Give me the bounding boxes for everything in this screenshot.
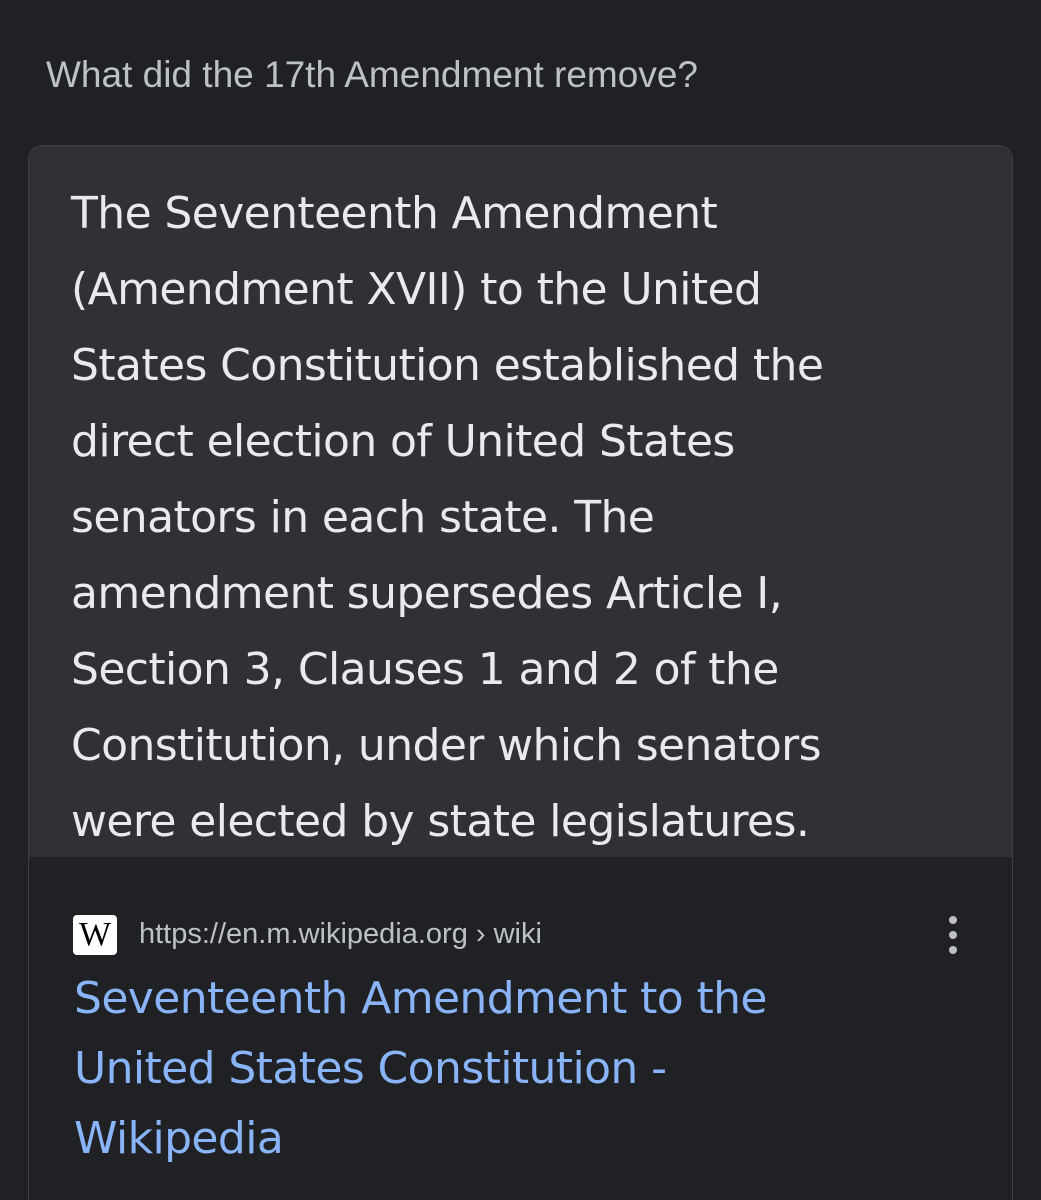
more-vert-icon[interactable]	[941, 916, 965, 956]
result-title-link[interactable]: Seventeenth Amendment to the United Stat…	[74, 964, 954, 1174]
featured-snippet-card: The Seventeenth Amendment (Amendment XVI…	[28, 145, 1013, 1200]
result-url[interactable]: https://en.m.wikipedia.org › wiki	[139, 914, 542, 954]
snippet-text: The Seventeenth Amendment (Amendment XVI…	[71, 188, 824, 847]
search-query-heading: What did the 17th Amendment remove?	[46, 54, 698, 95]
source-row[interactable]: W https://en.m.wikipedia.org › wiki	[73, 910, 973, 955]
snippet-panel: The Seventeenth Amendment (Amendment XVI…	[29, 146, 1012, 857]
menu-dot	[949, 916, 957, 924]
menu-dot	[949, 946, 957, 954]
menu-dot	[949, 931, 957, 939]
wikipedia-logo-icon: W	[73, 915, 117, 955]
